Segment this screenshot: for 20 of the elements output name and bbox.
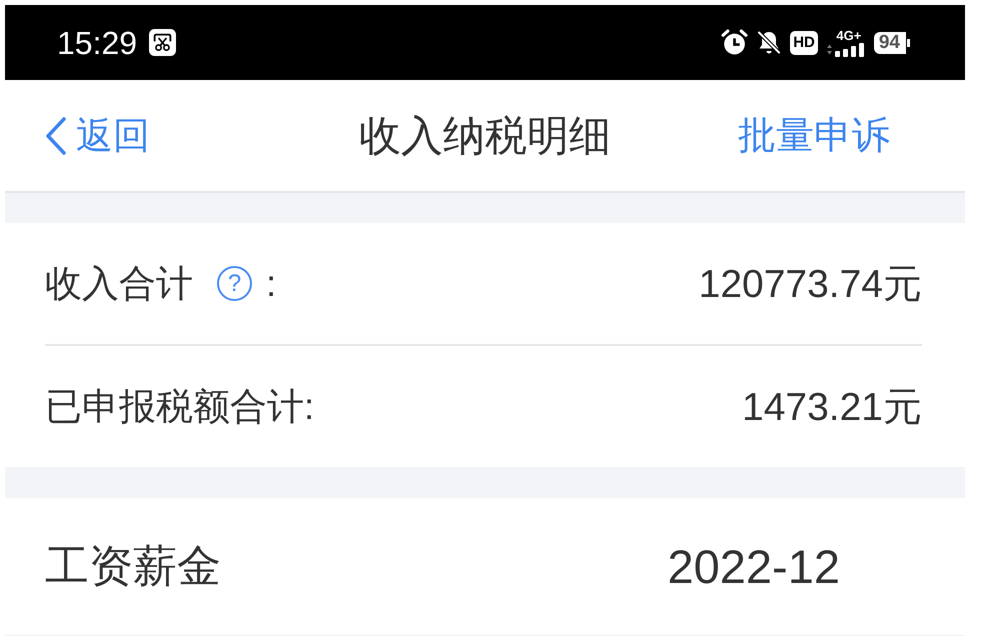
back-button[interactable]: 返回 [45, 114, 150, 158]
chevron-left-icon [45, 116, 67, 154]
page-title: 收入纳税明细 [359, 110, 611, 160]
summary-label: 已申报税额合计: [45, 384, 314, 428]
status-time: 15:29 [57, 24, 138, 60]
summary-amount: 120773.74元 [698, 262, 922, 308]
network-type: 4G+ [835, 28, 862, 42]
signal-icon [826, 42, 866, 56]
income-period: 2022-12 [668, 539, 840, 594]
income-category: 工资薪金 [45, 541, 221, 593]
battery-indicator: 94 [874, 32, 910, 54]
alarm-clock-icon [721, 29, 748, 56]
batch-appeal-button[interactable]: 批量申诉 [738, 112, 890, 158]
label-colon: : [266, 262, 276, 304]
help-icon[interactable]: ? [217, 266, 252, 301]
bell-off-icon [756, 29, 782, 56]
hd-indicator: HD [790, 30, 818, 54]
summary-label: 收入合计 [45, 262, 193, 306]
scissors-icon [149, 29, 176, 56]
summary-amount: 1473.21元 [742, 384, 922, 430]
